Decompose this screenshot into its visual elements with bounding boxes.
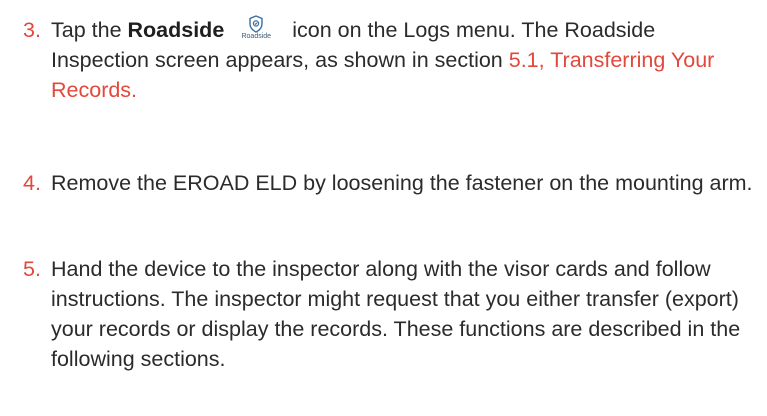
step-text: Tap the: [51, 18, 128, 42]
roadside-icon-caption: Roadside: [241, 33, 272, 40]
step-body: Remove the EROAD ELD by loosening the fa…: [51, 171, 753, 195]
roadside-keyword: Roadside: [127, 18, 225, 42]
shield-icon: [249, 15, 263, 33]
step-4: 4. Remove the EROAD ELD by loosening the…: [23, 168, 758, 198]
step-body: Tap the Roadside Roadside icon on the Log…: [51, 15, 758, 105]
step-5: 5. Hand the device to the inspector alon…: [23, 254, 758, 374]
step-body: Hand the device to the inspector along w…: [51, 257, 741, 371]
step-number: 5.: [23, 257, 41, 281]
roadside-icon: Roadside: [234, 15, 278, 45]
document-page: 3. Tap the Roadside Roadside icon on the …: [0, 0, 767, 416]
step-number: 4.: [23, 171, 41, 195]
step-3: 3. Tap the Roadside Roadside icon on the …: [23, 15, 758, 105]
step-number: 3.: [23, 18, 41, 42]
